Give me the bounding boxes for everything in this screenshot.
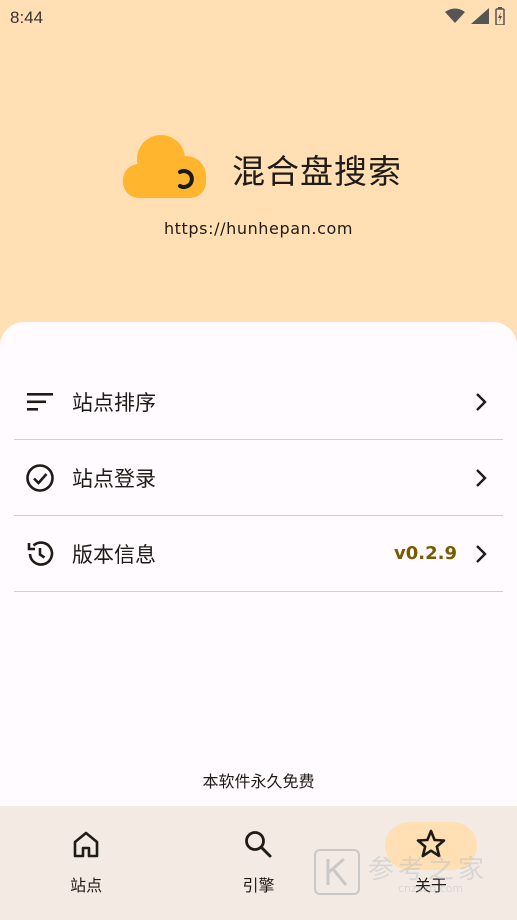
- bottom-nav: 站点 引擎 关于: [0, 806, 517, 920]
- chevron-right-icon: [471, 392, 491, 412]
- nav-label: 站点: [70, 876, 103, 895]
- settings-card: 站点排序 站点登录 版本信息 v0.2.9 本软件永久免费: [0, 322, 517, 812]
- menu-item-site-sort[interactable]: 站点排序: [14, 364, 503, 440]
- menu-item-label: 站点登录: [72, 466, 156, 491]
- nav-label: 关于: [414, 876, 447, 895]
- signal-icon: [471, 8, 489, 28]
- cloud-logo-icon: [120, 132, 208, 206]
- free-software-note: 本软件永久免费: [202, 772, 315, 791]
- nav-item-engines[interactable]: 引擎: [172, 806, 344, 920]
- status-time: 8:44: [10, 8, 44, 27]
- nav-label: 引擎: [242, 876, 275, 895]
- chevron-right-icon: [471, 544, 491, 564]
- nav-icon-container: [54, 830, 118, 862]
- nav-item-sites[interactable]: 站点: [0, 806, 172, 920]
- menu-item-label: 版本信息: [72, 542, 156, 567]
- nav-item-about[interactable]: 关于: [345, 806, 517, 920]
- check-circle-icon: [25, 463, 55, 493]
- nav-icon-container-active: [384, 822, 477, 870]
- battery-charging-icon: [495, 7, 505, 29]
- menu-item-version-info[interactable]: 版本信息 v0.2.9: [14, 516, 503, 592]
- app-header: 混合盘搜索 https://hunhepan.com: [0, 36, 517, 326]
- chevron-right-icon: [471, 468, 491, 488]
- menu-item-label: 站点排序: [72, 390, 156, 415]
- logo-row: 混合盘搜索: [120, 132, 402, 206]
- version-value: v0.2.9: [394, 543, 457, 564]
- history-icon: [25, 539, 55, 569]
- app-name: 混合盘搜索: [232, 152, 402, 191]
- wifi-icon: [445, 8, 465, 28]
- nav-icon-container: [226, 830, 290, 862]
- search-icon: [243, 829, 273, 863]
- status-icons: [445, 7, 505, 29]
- sort-icon: [25, 387, 55, 417]
- settings-menu: 站点排序 站点登录 版本信息 v0.2.9: [14, 364, 503, 592]
- home-icon: [71, 830, 101, 862]
- status-bar: 8:44: [0, 0, 517, 36]
- menu-item-site-login[interactable]: 站点登录: [14, 440, 503, 516]
- star-icon: [416, 829, 446, 863]
- site-url[interactable]: https://hunhepan.com: [0, 219, 517, 238]
